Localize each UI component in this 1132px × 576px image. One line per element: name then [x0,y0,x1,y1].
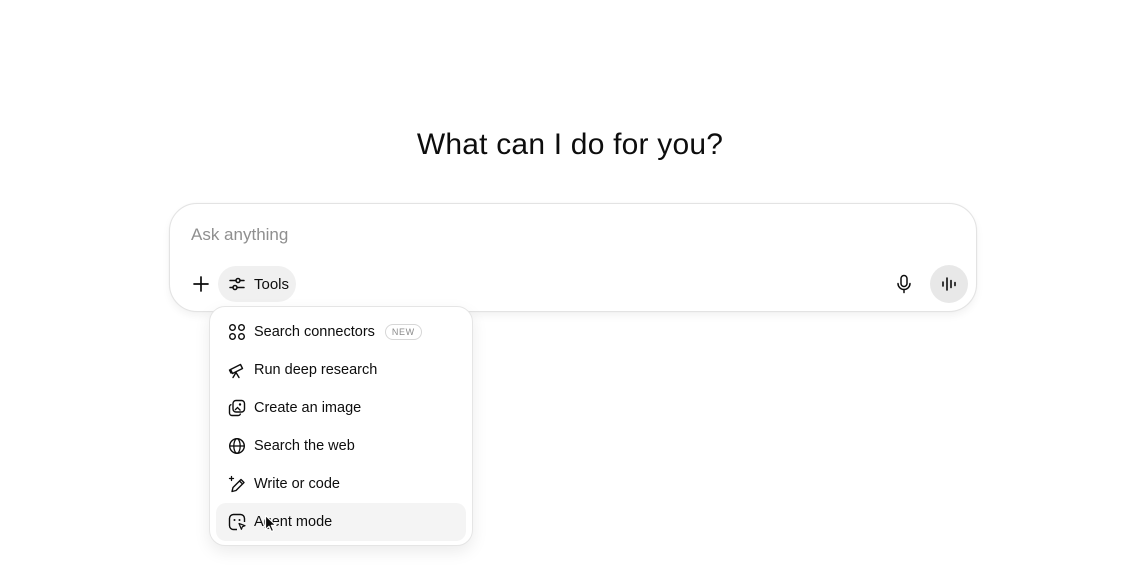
menu-item-search-connectors[interactable]: Search connectors NEW [216,313,466,351]
menu-item-label: Write or code [254,476,340,492]
plus-icon [193,276,209,292]
tools-label: Tools [254,275,290,293]
menu-item-agent-mode[interactable]: Agent mode [216,503,466,541]
tools-menu: Search connectors NEW Run deep research … [209,306,473,546]
voice-mode-button[interactable] [930,265,968,303]
image-icon [228,399,246,417]
prompt-input[interactable] [191,222,951,248]
page: What can I do for you? Tools [0,0,1132,576]
pen-icon [228,475,245,493]
microphone-icon [897,274,911,294]
menu-item-label: Search the web [254,438,355,454]
menu-item-create-image[interactable]: Create an image [216,389,466,427]
composer: Tools [169,203,977,312]
menu-item-deep-research[interactable]: Run deep research [216,351,466,389]
new-badge: NEW [384,324,422,340]
menu-item-write-code[interactable]: Write or code [216,465,466,503]
agent-icon [228,513,246,531]
menu-item-label: Create an image [254,400,362,416]
menu-item-label: Run deep research [254,362,378,378]
globe-icon [228,437,246,455]
sliders-icon [229,277,245,291]
page-heading: What can I do for you? [416,128,724,161]
menu-item-label: Search connectors [254,324,375,340]
add-attachment-button[interactable] [183,266,219,302]
menu-item-search-web[interactable]: Search the web [216,427,466,465]
telescope-icon [228,363,244,379]
dictate-button[interactable] [886,266,922,302]
menu-item-label: Agent mode [254,514,333,530]
waveform-icon [942,277,956,291]
connectors-icon [229,324,245,340]
tools-button[interactable]: Tools [218,266,296,302]
